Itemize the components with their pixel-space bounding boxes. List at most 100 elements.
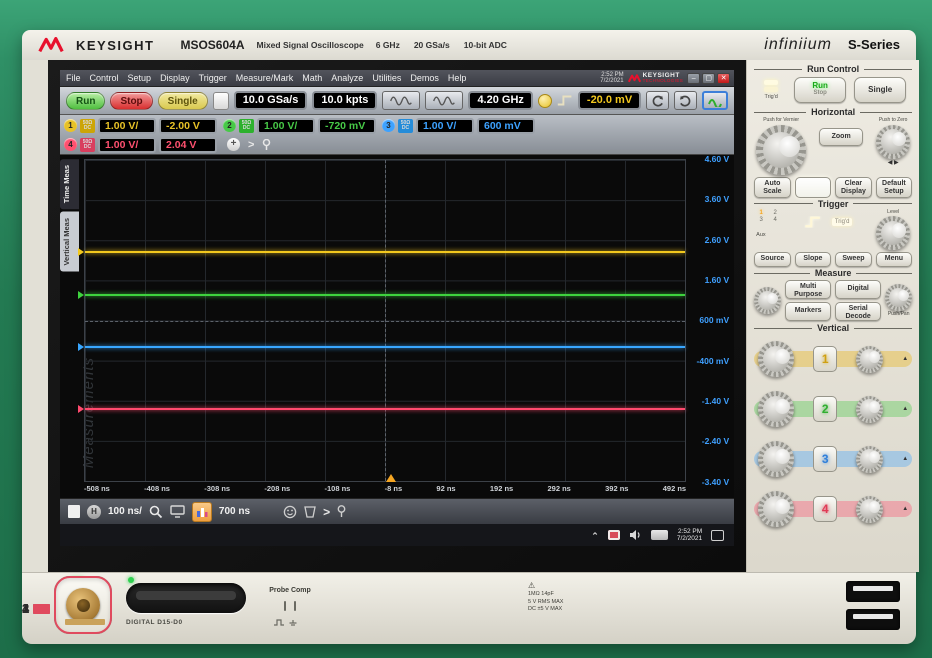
horizontal-button[interactable]: Auto Scale <box>754 177 791 198</box>
trigger-button[interactable]: Sweep <box>835 252 872 267</box>
side-tab[interactable]: Vertical Meas <box>60 212 79 272</box>
maximize-button[interactable]: ▢ <box>702 73 715 84</box>
histogram-tool-button[interactable] <box>192 502 212 522</box>
run-button[interactable]: Run <box>66 92 105 110</box>
menu-item[interactable]: Utilities <box>372 73 401 83</box>
side-tab[interactable]: Time Meas <box>60 159 79 209</box>
menu-item[interactable]: Setup <box>128 73 152 83</box>
trigger-button[interactable]: Source <box>754 252 791 267</box>
menu-item[interactable]: Math <box>302 73 322 83</box>
vertical-scale-knob[interactable] <box>758 441 794 477</box>
horizontal-button[interactable] <box>795 177 832 198</box>
menu-item[interactable]: Display <box>160 73 190 83</box>
measure-button[interactable]: Digital <box>835 280 881 299</box>
redo-button[interactable] <box>674 91 697 110</box>
channel-scale-box[interactable]: 1.00 V/ <box>98 137 156 153</box>
emoticon-button[interactable] <box>283 505 297 519</box>
channel-offset-box[interactable]: 2.04 V <box>159 137 217 153</box>
range-value[interactable]: 700 ns <box>219 506 250 517</box>
vertical-offset-knob[interactable] <box>856 446 883 473</box>
screen-bezel: File Control Setup Display Trigger Measure/Ma… <box>48 60 746 572</box>
vertical-scale-knob[interactable] <box>758 491 794 527</box>
channel-number-badge[interactable]: 4 <box>64 138 77 151</box>
remote-app-tray-icon[interactable] <box>608 530 620 540</box>
horizontal-button[interactable]: Clear Display <box>835 177 872 198</box>
stop-button[interactable]: Stop <box>110 92 152 110</box>
measure-button[interactable]: Multi Purpose <box>785 280 831 299</box>
clear-tool-button[interactable] <box>304 505 316 518</box>
single-button-hw[interactable]: Single <box>854 77 906 103</box>
menu-item[interactable]: Demos <box>410 73 439 83</box>
keyboard-tray-icon[interactable] <box>651 530 668 540</box>
expand-arrow-icon[interactable]: > <box>248 139 254 151</box>
waveform-mode-button[interactable] <box>382 91 420 110</box>
display-settings-button[interactable] <box>170 505 185 518</box>
trigger-level-box[interactable]: -20.0 mV <box>578 91 641 110</box>
marker-knob[interactable] <box>885 284 912 311</box>
menu-item[interactable]: Help <box>448 73 467 83</box>
horizontal-scale-value[interactable]: 100 ns/ <box>108 506 142 517</box>
measure-button[interactable]: Markers <box>785 302 831 321</box>
horizontal-position-knob[interactable] <box>876 125 910 159</box>
cursor-knob[interactable] <box>754 287 781 314</box>
channel-number-badge[interactable]: 1 <box>64 119 77 132</box>
channel-on-off-button[interactable]: 2 <box>813 396 837 422</box>
measure-button[interactable]: Serial Decode <box>835 302 881 321</box>
single-button[interactable]: Single <box>158 92 208 110</box>
coupling-badge[interactable]: 50ΩDC <box>80 119 95 133</box>
zoom-search-button[interactable] <box>149 505 163 519</box>
vertical-offset-knob[interactable] <box>856 496 883 523</box>
run-stop-button[interactable]: Run Stop <box>794 77 846 103</box>
trigger-source-indicator[interactable] <box>538 94 552 108</box>
coupling-badge[interactable]: 50ΩDC <box>239 119 254 133</box>
menu-item[interactable]: File <box>66 73 81 83</box>
horizontal-scale-knob[interactable] <box>756 125 806 175</box>
close-button[interactable]: ✕ <box>717 73 730 84</box>
vertical-scale-knob[interactable] <box>758 391 794 427</box>
channel-number-badge[interactable]: 2 <box>223 119 236 132</box>
waveform-mode-button-2[interactable] <box>425 91 463 110</box>
minimize-button[interactable]: – <box>687 73 700 84</box>
channel-scale-box[interactable]: 1.00 V/ <box>257 118 315 134</box>
notification-center-icon[interactable] <box>711 530 724 541</box>
pin-icon[interactable] <box>337 505 346 518</box>
trigger-button[interactable]: Slope <box>795 252 832 267</box>
coupling-badge[interactable]: 50ΩDC <box>398 119 413 133</box>
vertical-offset-knob[interactable] <box>856 346 883 373</box>
note-icon[interactable] <box>68 505 80 518</box>
tray-chevron-icon[interactable]: ⌃ <box>591 531 599 542</box>
connector-panel: DIGITAL D15-D0 Probe Comp ⚠1MΩ 14pF5 V R… <box>22 572 916 644</box>
channel-on-off-button[interactable]: 4 <box>813 496 837 522</box>
menu-item[interactable]: Analyze <box>331 73 363 83</box>
bandwidth-box[interactable]: 4.20 GHz <box>468 91 532 110</box>
touch-button[interactable] <box>702 91 728 110</box>
channel-on-off-button[interactable]: 1 <box>813 346 837 372</box>
expand-arrow-icon[interactable]: > <box>323 505 330 519</box>
menu-item[interactable]: Measure/Mark <box>236 73 294 83</box>
horizontal-button[interactable]: Default Setup <box>876 177 913 198</box>
memory-depth-box[interactable]: 10.0 kpts <box>312 91 377 110</box>
channel-offset-box[interactable]: -2.00 V <box>159 118 217 134</box>
speaker-icon[interactable] <box>629 529 642 541</box>
vertical-scale-knob[interactable] <box>758 341 794 377</box>
menu-item[interactable]: Trigger <box>199 73 227 83</box>
undo-button[interactable] <box>646 91 669 110</box>
trigger-button[interactable]: Menu <box>876 252 913 267</box>
coupling-badge[interactable]: 50ΩDC <box>80 138 95 152</box>
trigger-level-knob[interactable] <box>876 216 910 250</box>
channel-offset-box[interactable]: 600 mV <box>477 118 535 134</box>
blank-lit-button[interactable] <box>213 92 229 110</box>
zoom-button[interactable]: Zoom <box>819 128 863 146</box>
trigger-time-marker[interactable] <box>386 474 396 482</box>
channel-number-badge[interactable]: 3 <box>382 119 395 132</box>
menu-item[interactable]: Control <box>90 73 119 83</box>
channel-scale-box[interactable]: 1.00 V/ <box>416 118 474 134</box>
channel-scale-box[interactable]: 1.00 V/ <box>98 118 156 134</box>
tray-clock[interactable]: 2:52 PM 7/2/2021 <box>677 528 702 543</box>
channel-offset-box[interactable]: -720 mV <box>318 118 376 134</box>
channel-on-off-button[interactable]: 3 <box>813 446 837 472</box>
vertical-offset-knob[interactable] <box>856 396 883 423</box>
add-icon[interactable]: + <box>227 138 240 151</box>
sample-rate-box[interactable]: 10.0 GSa/s <box>234 91 308 110</box>
pin-icon[interactable] <box>262 139 271 151</box>
